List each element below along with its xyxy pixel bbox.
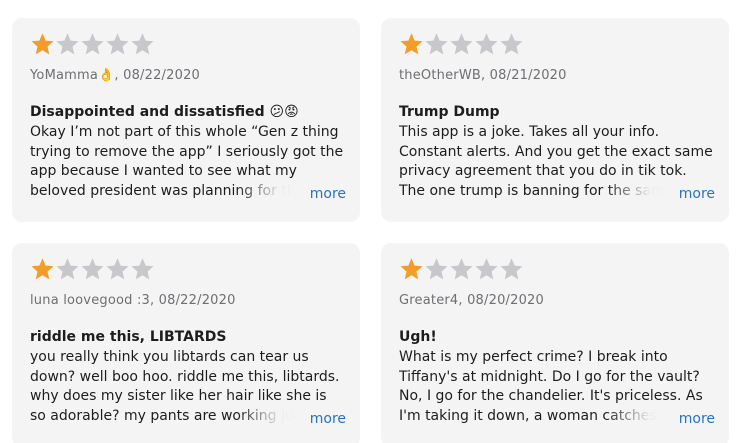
review-card: YoMamma👌, 08/22/2020 Disappointed and di… bbox=[12, 18, 360, 222]
star-empty-icon bbox=[424, 256, 449, 282]
more-link[interactable]: more bbox=[679, 186, 715, 202]
review-body: Okay I’m not part of this whole “Gen z t… bbox=[30, 123, 346, 203]
review-card: theOtherWB, 08/21/2020 Trump Dump This a… bbox=[381, 18, 729, 222]
review-author-date: theOtherWB, 08/21/2020 bbox=[399, 68, 567, 83]
star-empty-icon bbox=[474, 31, 499, 57]
star-empty-icon bbox=[55, 256, 80, 282]
review-title: Ugh! bbox=[399, 329, 437, 345]
star-rating bbox=[30, 256, 155, 284]
more-link[interactable]: more bbox=[310, 186, 346, 202]
more-link[interactable]: more bbox=[679, 411, 715, 427]
star-empty-icon bbox=[474, 256, 499, 282]
review-card: luna loovegood :3, 08/22/2020 riddle me … bbox=[12, 243, 360, 443]
review-author-date: YoMamma👌, 08/22/2020 bbox=[30, 68, 201, 83]
review-author-date: luna loovegood :3, 08/22/2020 bbox=[30, 293, 236, 308]
review-title: riddle me this, LIBTARDS bbox=[30, 329, 227, 345]
review-body: you really think you libtards can tear u… bbox=[30, 348, 346, 428]
star-empty-icon bbox=[55, 31, 80, 57]
star-rating bbox=[30, 31, 155, 59]
star-empty-icon bbox=[105, 31, 130, 57]
star-filled-icon bbox=[399, 31, 424, 57]
star-empty-icon bbox=[130, 256, 155, 282]
star-empty-icon bbox=[424, 31, 449, 57]
review-author-date: Greater4, 08/20/2020 bbox=[399, 293, 545, 308]
star-filled-icon bbox=[30, 256, 55, 282]
review-body: What is my perfect crime? I break into T… bbox=[399, 348, 715, 428]
review-body: This app is a joke. Takes all your info.… bbox=[399, 123, 715, 203]
review-card: Greater4, 08/20/2020 Ugh! What is my per… bbox=[381, 243, 729, 443]
review-title: Trump Dump bbox=[399, 104, 500, 120]
star-empty-icon bbox=[499, 256, 524, 282]
more-link[interactable]: more bbox=[310, 411, 346, 427]
star-rating bbox=[399, 31, 524, 59]
star-filled-icon bbox=[30, 31, 55, 57]
star-empty-icon bbox=[499, 31, 524, 57]
star-empty-icon bbox=[105, 256, 130, 282]
star-empty-icon bbox=[130, 31, 155, 57]
star-filled-icon bbox=[399, 256, 424, 282]
star-empty-icon bbox=[80, 256, 105, 282]
review-title: Disappointed and dissatisfied 😕😡 bbox=[30, 104, 299, 120]
star-empty-icon bbox=[449, 256, 474, 282]
star-rating bbox=[399, 256, 524, 284]
reviews-grid: YoMamma👌, 08/22/2020 Disappointed and di… bbox=[0, 0, 740, 443]
star-empty-icon bbox=[449, 31, 474, 57]
star-empty-icon bbox=[80, 31, 105, 57]
